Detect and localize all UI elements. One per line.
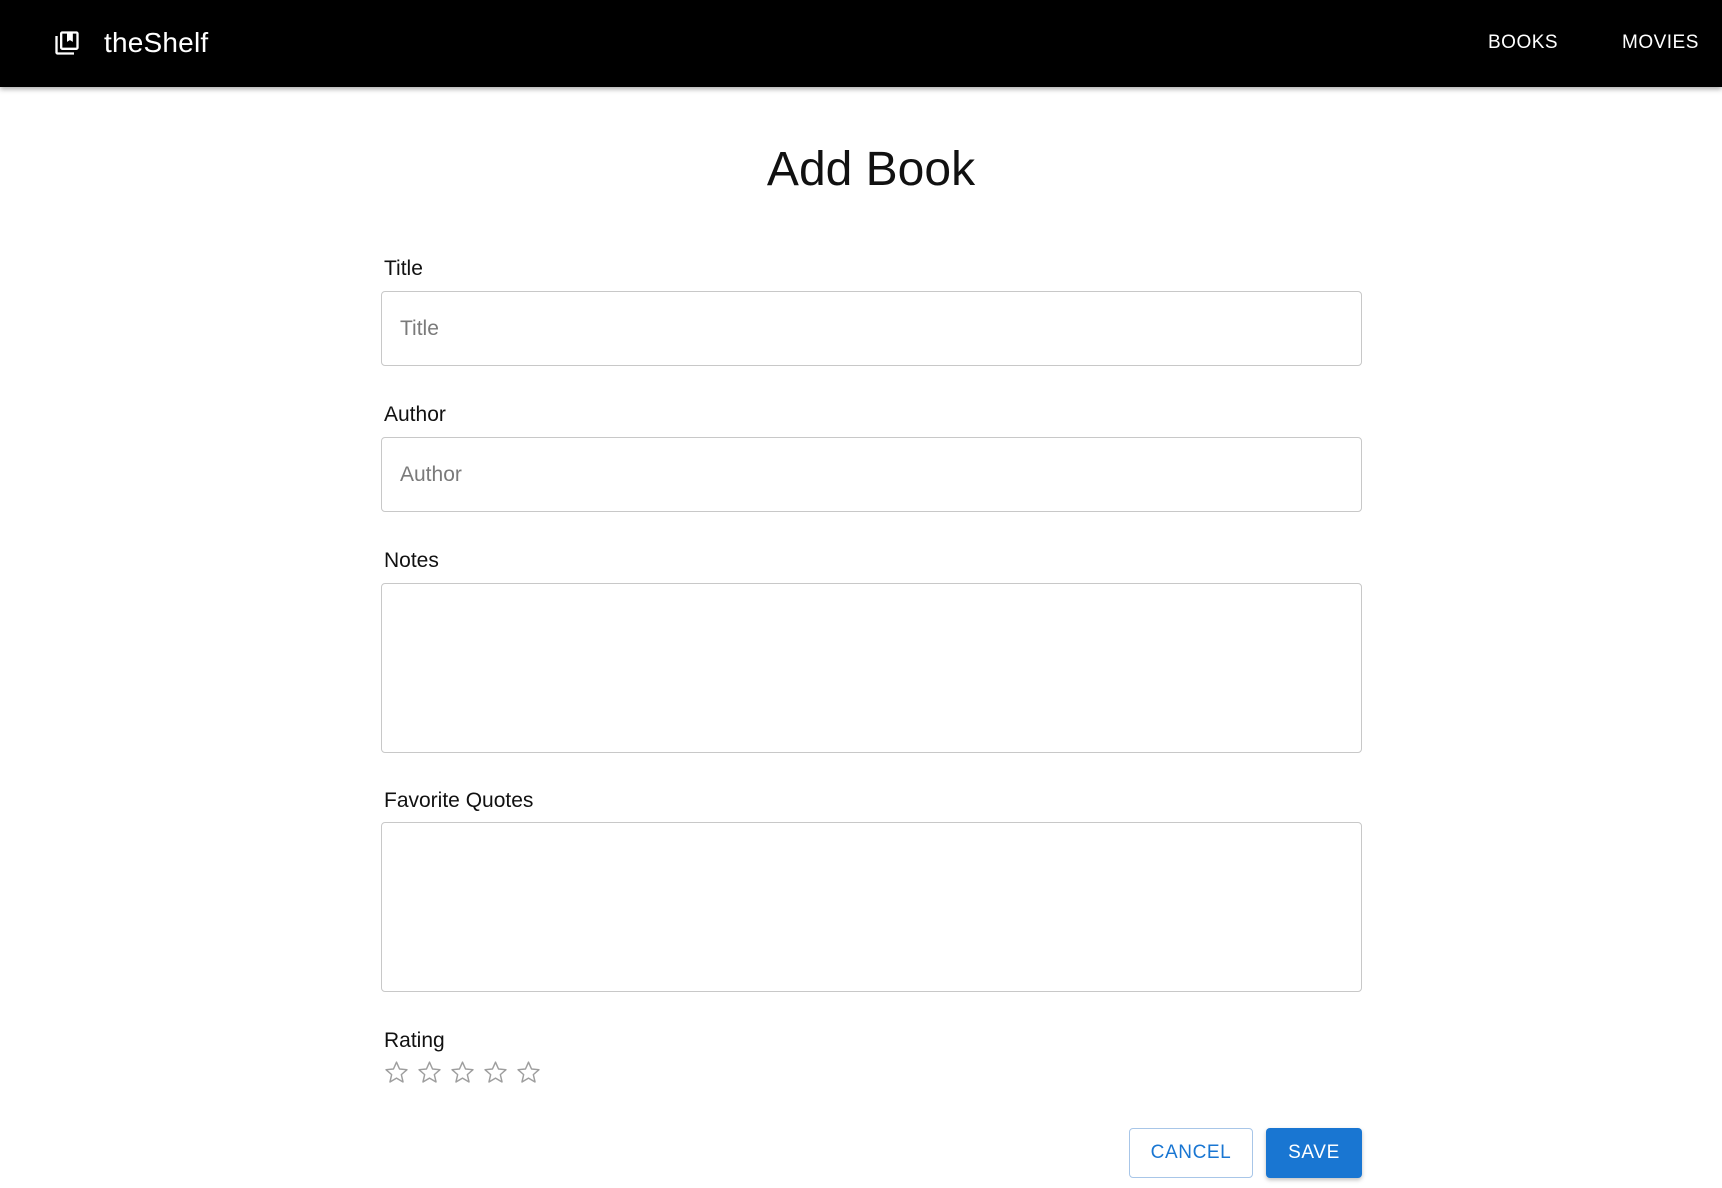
notes-label: Notes: [384, 549, 439, 572]
rating-stars: [383, 1059, 542, 1089]
star-icon[interactable]: [482, 1059, 509, 1086]
nav-link-movies[interactable]: MOVIES: [1622, 29, 1699, 57]
save-button[interactable]: SAVE: [1266, 1128, 1362, 1178]
author-input[interactable]: [381, 437, 1362, 512]
title-input[interactable]: [381, 291, 1362, 366]
star-icon[interactable]: [383, 1059, 410, 1086]
author-label: Author: [384, 403, 446, 426]
star-icon[interactable]: [449, 1059, 476, 1086]
favorite-quotes-label: Favorite Quotes: [384, 789, 534, 812]
nav-link-books[interactable]: BOOKS: [1488, 29, 1558, 57]
library-books-icon: [55, 31, 79, 55]
favorite-quotes-textarea[interactable]: [381, 822, 1362, 992]
star-icon[interactable]: [416, 1059, 443, 1086]
app-bar: theShelf BOOKS MOVIES: [0, 0, 1722, 87]
page-title: Add Book: [766, 143, 976, 196]
app-name: theShelf: [104, 27, 209, 58]
title-label: Title: [384, 257, 423, 280]
rating-label: Rating: [384, 1029, 445, 1052]
cancel-button[interactable]: CANCEL: [1129, 1128, 1253, 1178]
notes-textarea[interactable]: [381, 583, 1362, 753]
star-icon[interactable]: [515, 1059, 542, 1086]
